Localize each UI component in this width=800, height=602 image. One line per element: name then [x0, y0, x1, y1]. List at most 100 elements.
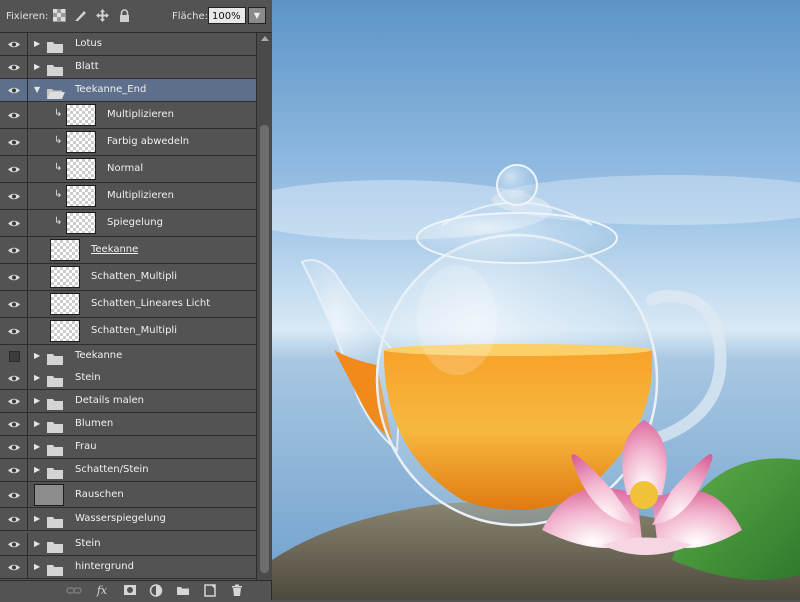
layer-group-row[interactable]: ▶ hintergrund: [0, 556, 256, 579]
visibility-eye-icon[interactable]: [0, 33, 28, 55]
scroll-up-arrow-icon[interactable]: [261, 36, 269, 41]
expand-triangle-right-icon[interactable]: ▶: [34, 465, 40, 475]
layer-name[interactable]: Schatten/Stein: [75, 463, 149, 477]
visibility-eye-icon[interactable]: [0, 264, 28, 290]
new-layer-icon[interactable]: [202, 583, 218, 598]
expand-triangle-right-icon[interactable]: ▶: [34, 62, 40, 72]
layer-name[interactable]: Wasserspiegelung: [75, 512, 166, 526]
visibility-eye-icon[interactable]: [0, 556, 28, 578]
layer-name[interactable]: Teekanne: [75, 349, 122, 363]
layer-group-row[interactable]: ▶ Blatt: [0, 56, 256, 79]
visibility-eye-icon[interactable]: [0, 56, 28, 78]
layer-name[interactable]: Stein: [75, 537, 101, 551]
layer-group-row[interactable]: ▼ Teekanne_End: [0, 79, 256, 102]
layer-name[interactable]: Blatt: [75, 60, 99, 74]
layer-row[interactable]: Schatten_Multipli: [0, 318, 256, 345]
layer-name[interactable]: Schatten_Multipli: [91, 324, 177, 338]
expand-triangle-right-icon[interactable]: ▶: [34, 396, 40, 406]
layer-thumbnail[interactable]: [66, 104, 96, 126]
layer-name[interactable]: Spiegelung: [107, 216, 163, 230]
visibility-eye-icon[interactable]: [0, 318, 28, 344]
layer-name[interactable]: Stein: [75, 371, 101, 385]
layer-thumbnail[interactable]: [66, 185, 96, 207]
layer-group-row[interactable]: ▶ Schatten/Stein: [0, 459, 256, 482]
layer-name[interactable]: Blumen: [75, 417, 113, 431]
layer-row[interactable]: Teekanne: [0, 237, 256, 264]
layer-name[interactable]: Lotus: [75, 37, 102, 51]
visibility-eye-icon[interactable]: [0, 183, 28, 209]
scroll-thumb[interactable]: [260, 125, 269, 573]
layer-name[interactable]: Teekanne_End: [75, 83, 146, 97]
lock-position-icon[interactable]: [96, 9, 109, 22]
layer-style-fx-icon[interactable]: fx: [94, 583, 110, 598]
layer-thumbnail[interactable]: [50, 266, 80, 288]
visibility-eye-icon[interactable]: [0, 436, 28, 458]
layer-name[interactable]: Frau: [75, 440, 97, 454]
visibility-eye-icon[interactable]: [0, 482, 28, 507]
layer-name[interactable]: Schatten_Multipli: [91, 270, 177, 284]
layer-group-row[interactable]: ▶ Blumen: [0, 413, 256, 436]
lock-image-pixels-icon[interactable]: [74, 9, 87, 22]
visibility-eye-icon[interactable]: [0, 367, 28, 389]
layer-thumbnail[interactable]: [50, 293, 80, 315]
visibility-eye-icon[interactable]: [0, 79, 28, 101]
visibility-eye-icon[interactable]: [0, 291, 28, 317]
layer-name[interactable]: Schatten_Lineares Licht: [91, 297, 210, 311]
expand-triangle-right-icon[interactable]: ▶: [34, 351, 40, 361]
layer-name[interactable]: Multiplizieren: [107, 189, 174, 203]
layer-row[interactable]: ↳ Farbig abwedeln: [0, 129, 256, 156]
fill-input[interactable]: 100%: [208, 7, 246, 24]
visibility-eye-icon[interactable]: [0, 156, 28, 182]
layer-name[interactable]: Farbig abwedeln: [107, 135, 189, 149]
layer-group-row[interactable]: ▶ Stein: [0, 367, 256, 390]
layer-group-row[interactable]: ▶ Frau: [0, 436, 256, 459]
layer-name[interactable]: Details malen: [75, 394, 144, 408]
layer-group-row[interactable]: ▶ Teekanne: [0, 345, 256, 368]
layer-thumbnail[interactable]: [66, 131, 96, 153]
expand-triangle-right-icon[interactable]: ▶: [34, 373, 40, 383]
layer-name[interactable]: Normal: [107, 162, 143, 176]
layer-thumbnail[interactable]: [66, 158, 96, 180]
layer-group-row[interactable]: ▶ Stein: [0, 533, 256, 556]
adjustment-layer-icon[interactable]: [148, 583, 164, 598]
visibility-eye-icon[interactable]: [0, 390, 28, 412]
visibility-off-box[interactable]: [0, 345, 28, 367]
layer-row[interactable]: Schatten_Multipli: [0, 264, 256, 291]
layer-thumbnail[interactable]: [50, 239, 80, 261]
layer-row[interactable]: ↳ Multiplizieren: [0, 102, 256, 129]
lock-all-icon[interactable]: [118, 9, 131, 22]
expand-triangle-right-icon[interactable]: ▶: [34, 514, 40, 524]
layer-row[interactable]: ↳ Spiegelung: [0, 210, 256, 237]
expand-triangle-down-icon[interactable]: ▼: [34, 85, 40, 95]
layer-mask-icon[interactable]: [122, 583, 138, 598]
layer-name[interactable]: Multiplizieren: [107, 108, 174, 122]
expand-triangle-right-icon[interactable]: ▶: [34, 39, 40, 49]
expand-triangle-right-icon[interactable]: ▶: [34, 419, 40, 429]
delete-layer-icon[interactable]: [229, 583, 245, 598]
visibility-eye-icon[interactable]: [0, 413, 28, 435]
fill-dropdown-button[interactable]: ▼: [248, 7, 266, 24]
visibility-eye-icon[interactable]: [0, 533, 28, 555]
layer-thumbnail[interactable]: [50, 320, 80, 342]
visibility-eye-icon[interactable]: [0, 129, 28, 155]
expand-triangle-right-icon[interactable]: ▶: [34, 442, 40, 452]
layer-row[interactable]: ↳ Multiplizieren: [0, 183, 256, 210]
layer-name[interactable]: hintergrund: [75, 560, 134, 574]
layer-row[interactable]: Rauschen: [0, 482, 256, 508]
visibility-eye-icon[interactable]: [0, 459, 28, 481]
layer-group-row[interactable]: ▶ Wasserspiegelung: [0, 508, 256, 531]
expand-triangle-right-icon[interactable]: ▶: [34, 562, 40, 572]
layer-thumbnail[interactable]: [34, 483, 64, 506]
layer-group-row[interactable]: ▶ Details malen: [0, 390, 256, 413]
visibility-eye-icon[interactable]: [0, 102, 28, 128]
new-group-icon[interactable]: [175, 583, 191, 598]
layer-name[interactable]: Rauschen: [75, 488, 124, 502]
visibility-eye-icon[interactable]: [0, 210, 28, 236]
layer-thumbnail[interactable]: [66, 212, 96, 234]
lock-transparent-pixels-icon[interactable]: [53, 9, 66, 22]
layer-group-row[interactable]: ▶ Lotus: [0, 33, 256, 56]
layers-scrollbar[interactable]: [256, 33, 272, 580]
layer-row[interactable]: Schatten_Lineares Licht: [0, 291, 256, 318]
link-layers-icon[interactable]: [66, 583, 82, 598]
visibility-eye-icon[interactable]: [0, 237, 28, 263]
